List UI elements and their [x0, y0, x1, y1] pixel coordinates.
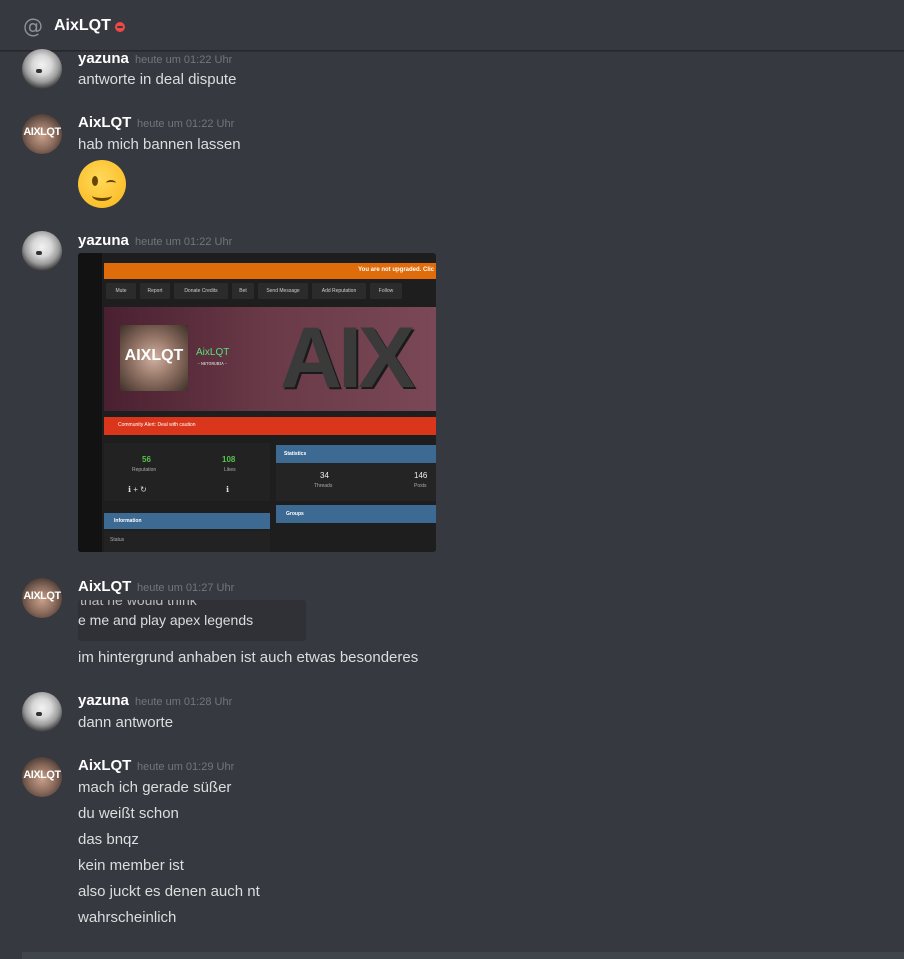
- bet-button: Bet: [232, 283, 254, 299]
- statistics-header: Statistics: [276, 445, 436, 463]
- reputation-value: 56: [142, 455, 151, 464]
- channel-title: AixLQT: [54, 17, 111, 34]
- avatar[interactable]: AIXLQT: [22, 114, 62, 154]
- snippet-line: e me and play apex legends: [78, 612, 254, 628]
- message-text: das bnqz: [78, 831, 139, 848]
- profile-usertitle: - ɴᴇᴛᴏʀᴜʙɪᴀ -: [198, 361, 227, 367]
- threads-value: 34: [320, 471, 329, 480]
- message-text: also juckt es denen auch nt: [78, 883, 260, 900]
- threads-label: Threads: [314, 483, 333, 489]
- profile-username: AixLQT: [196, 347, 230, 358]
- reputation-likes-card: 56 Reputation 108 Likes ℹ + ↻ ℹ: [104, 443, 270, 501]
- report-button: Report: [140, 283, 170, 299]
- mute-button: Mute: [106, 283, 136, 299]
- timestamp: heute um 01:27 Uhr: [137, 582, 235, 594]
- avatar[interactable]: [22, 49, 62, 89]
- posts-value: 146: [414, 471, 428, 480]
- message-text: mach ich gerade süßer: [78, 779, 232, 796]
- reputation-action-icons: ℹ + ↻: [128, 485, 147, 494]
- likes-info-icon: ℹ: [226, 485, 230, 494]
- author-name[interactable]: AixLQT: [78, 578, 131, 596]
- message-text: du weißt schon: [78, 805, 179, 822]
- information-header: Information: [104, 513, 270, 529]
- attachment-sidebar: [78, 253, 102, 552]
- upgrade-banner: You are not upgraded. Clic: [104, 263, 436, 279]
- groups-header: Groups: [276, 505, 436, 523]
- send-message-button: Send Message: [258, 283, 308, 299]
- avatar[interactable]: AIXLQT: [22, 757, 62, 797]
- avatar[interactable]: [22, 692, 62, 732]
- add-reputation-button: Add Reputation: [312, 283, 366, 299]
- message-text: kein member ist: [78, 857, 184, 874]
- image-snippet[interactable]: that he would think e me and play apex l…: [78, 600, 306, 641]
- statistics-body: 34 Threads 146 Posts: [276, 463, 436, 501]
- profile-picture: AIXLQT: [120, 325, 188, 391]
- avatar[interactable]: [22, 231, 62, 271]
- message-text: wahrscheinlich: [78, 909, 177, 926]
- message-text: hab mich bannen lassen: [78, 136, 241, 153]
- timestamp: heute um 01:22 Uhr: [135, 54, 233, 66]
- message-text: antworte in deal dispute: [78, 71, 237, 88]
- donate-credits-button: Donate Credits: [174, 283, 228, 299]
- author-name[interactable]: yazuna: [78, 232, 129, 250]
- reputation-label: Reputation: [132, 467, 157, 473]
- avatar[interactable]: AIXLQT: [22, 578, 62, 618]
- timestamp: heute um 01:29 Uhr: [137, 761, 235, 773]
- channel-header: @ AixLQT: [0, 0, 904, 51]
- timestamp: heute um 01:22 Uhr: [135, 236, 233, 248]
- message-text: dann antworte: [78, 714, 174, 731]
- posts-label: Posts: [414, 483, 427, 489]
- author-name[interactable]: AixLQT: [78, 114, 131, 132]
- winking-face-emoji: [78, 160, 126, 208]
- snippet-line: that he would think: [80, 600, 197, 608]
- author-name[interactable]: yazuna: [78, 50, 129, 68]
- profile-button-row: Mute Report Donate Credits Bet Send Mess…: [104, 281, 436, 303]
- message-text: im hintergrund anhaben ist auch etwas be…: [78, 649, 419, 666]
- follow-button: Follow: [370, 283, 402, 299]
- timestamp: heute um 01:28 Uhr: [135, 696, 233, 708]
- author-name[interactable]: yazuna: [78, 692, 129, 710]
- status-row: Status: [104, 531, 270, 552]
- profile-banner: AIX AIXLQT AixLQT - ɴᴇᴛᴏʀᴜʙɪᴀ -: [104, 307, 436, 411]
- do-not-disturb-status-icon: [115, 22, 125, 32]
- image-attachment[interactable]: You are not upgraded. Clic Mute Report D…: [78, 253, 436, 552]
- banner-big-text: AIX: [280, 310, 415, 406]
- at-sign-icon: @: [23, 14, 43, 38]
- likes-value: 108: [222, 455, 236, 464]
- message-input-edge[interactable]: [22, 952, 904, 959]
- community-alert: Community Alert: Deal with caution: [104, 417, 436, 435]
- likes-label: Likes: [224, 467, 236, 473]
- timestamp: heute um 01:22 Uhr: [137, 118, 235, 130]
- author-name[interactable]: AixLQT: [78, 757, 131, 775]
